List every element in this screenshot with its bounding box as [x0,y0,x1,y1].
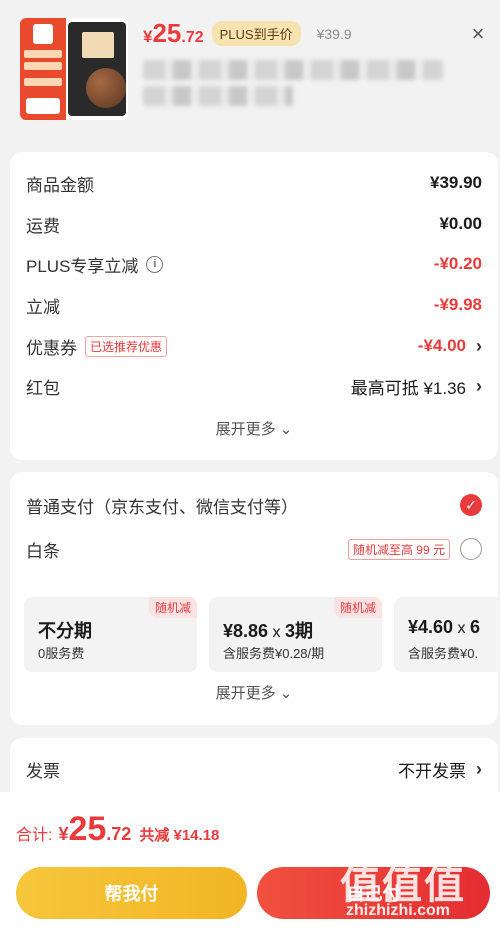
payment-option-normal[interactable]: 普通支付（京东支付、微信支付等） ✓ [26,490,482,520]
product-spec-blurred [143,86,293,106]
summary-row-instant-discount: 立减 -¥9.98 [26,295,482,317]
info-icon[interactable]: i [146,255,164,273]
price-row: ¥25.72 PLUS到手价 ¥39.9 [143,18,352,48]
summary-row-coupon[interactable]: 优惠券 已选推荐优惠 -¥4.00 › [26,331,482,361]
random-discount-tag: 随机减 [148,597,197,618]
plan-3-periods[interactable]: 随机减 ¥8.86 x 3期 含服务费¥0.28/期 [209,597,382,672]
product-header: ¥25.72 PLUS到手价 ¥39.9 × [0,0,500,140]
chevron-right-icon: › [476,758,482,779]
brand-logo-icon [33,24,53,44]
summary-row-shipping: 运费 ¥0.00 [26,214,482,236]
payment-expand-more[interactable]: 展开更多 ⌄ [10,682,498,703]
summary-row-goods-amount: 商品金额 ¥39.90 [26,173,482,195]
coupon-recommend-tag: 已选推荐优惠 [85,335,168,357]
product-title-blurred [143,60,443,80]
original-price: ¥39.9 [316,26,352,42]
price-badge [26,98,60,114]
random-discount-tag: 随机减 [333,597,382,618]
product-thumbnail[interactable] [20,18,128,120]
installment-plans: 随机减 不分期 0服务费 随机减 ¥8.86 x 3期 含服务费¥0.28/期 … [24,597,498,672]
radio-unselected-icon[interactable] [460,538,482,560]
plan-no-installment[interactable]: 随机减 不分期 0服务费 [24,597,197,672]
chevron-right-icon: › [476,375,482,396]
package-label [82,32,114,58]
summary-expand-more[interactable]: 展开更多 ⌄ [10,418,498,439]
total-amount: ¥25.72 [58,810,132,848]
order-total: 合计: ¥25.72 共减 ¥14.18 [16,810,220,848]
thumbnail-promo-strip [20,18,66,120]
nuts-image [86,68,126,108]
plus-price-tag: PLUS到手价 [211,21,301,46]
total-saved: 共减 ¥14.18 [139,827,220,844]
site-watermark: 值值值 zhizhizhi.com [340,863,466,919]
payment-option-baitiao[interactable]: 白条 随机减至高 99 元 [26,534,482,564]
chevron-right-icon: › [476,335,482,356]
price-summary-card: 商品金额 ¥39.90 运费 ¥0.00 PLUS专享立减 i -¥0.20 立减… [10,152,498,460]
help-me-pay-button[interactable]: 帮我付 [16,867,247,919]
invoice-row[interactable]: 发票 不开发票 › [26,754,482,784]
payment-method-card: 普通支付（京东支付、微信支付等） ✓ 白条 随机减至高 99 元 随机减 不分期… [10,472,498,725]
baitiao-promo-tag: 随机减至高 99 元 [347,538,450,560]
plan-6-periods[interactable]: ¥4.60 x 6 含服务费¥0. [394,597,498,672]
close-icon[interactable]: × [466,22,490,46]
plus-price: ¥25.72 [143,18,204,48]
checkmark-selected-icon[interactable]: ✓ [460,494,482,516]
summary-row-red-packet[interactable]: 红包 最高可抵 ¥1.36 › [26,371,482,401]
summary-row-plus-discount: PLUS专享立减 i -¥0.20 [26,254,482,276]
